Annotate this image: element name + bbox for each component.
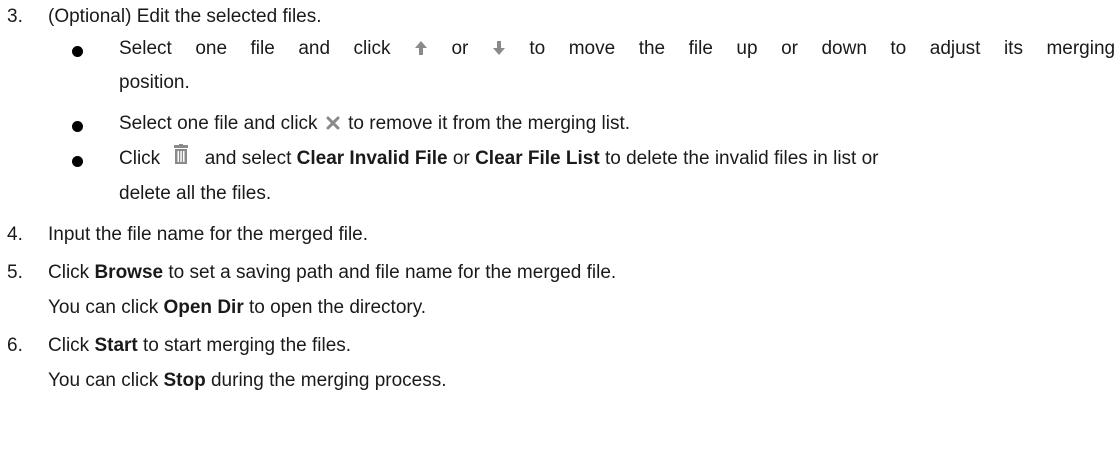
- text-segment: Select one file and click: [119, 113, 323, 134]
- text-segment: Click: [48, 262, 95, 283]
- bullet-line-2: delete all the files.: [119, 183, 272, 204]
- text-segment: Click: [119, 148, 166, 170]
- bullet-dot: [72, 156, 83, 167]
- text-segment: You can click: [48, 370, 164, 391]
- word: or: [781, 38, 798, 59]
- bullet-line-1: Select one file and click to remove it f…: [119, 113, 630, 135]
- bullet-line-1: Click and select Clear Invalid File or C…: [119, 144, 879, 170]
- option-clear-invalid-file: Clear Invalid File: [296, 148, 448, 170]
- step-number: 4.: [7, 224, 23, 245]
- word: or: [451, 38, 469, 59]
- text-segment: and select: [199, 148, 297, 170]
- word: Select: [119, 38, 172, 59]
- step-number: 6.: [7, 335, 23, 356]
- step-number: 5.: [7, 262, 23, 283]
- text-segment: to start merging the files.: [137, 335, 352, 356]
- trash-icon: [171, 144, 191, 166]
- text-segment: You can click: [48, 297, 164, 318]
- step-number: 3.: [7, 6, 23, 27]
- word: merging: [1046, 38, 1116, 59]
- word: up: [736, 38, 758, 59]
- word: and: [298, 38, 331, 59]
- text-segment: during the merging process.: [205, 370, 447, 391]
- word: to: [529, 38, 546, 59]
- word: one: [195, 38, 228, 59]
- step-5-subtext: You can click Open Dir to open the direc…: [48, 297, 426, 319]
- word: file: [688, 38, 713, 59]
- bullet-dot: [72, 46, 83, 57]
- text-segment: Click: [48, 335, 95, 356]
- step-text: Click Start to start merging the files.: [48, 335, 351, 357]
- word: file: [250, 38, 275, 59]
- word: down: [821, 38, 867, 59]
- text-segment: to open the directory.: [243, 297, 427, 318]
- step-text: Input the file name for the merged file.: [48, 224, 369, 245]
- start-label: Start: [94, 335, 138, 356]
- close-icon: [325, 115, 341, 131]
- option-clear-file-list: Clear File List: [475, 148, 600, 170]
- text-segment: to set a saving path and file name for t…: [163, 262, 617, 283]
- bullet-dot: [72, 121, 83, 132]
- text-segment: or: [447, 148, 476, 170]
- browse-label: Browse: [94, 262, 164, 283]
- step-text: (Optional) Edit the selected files.: [48, 6, 322, 27]
- word: adjust: [929, 38, 981, 59]
- word: move: [568, 38, 616, 59]
- bullet-line-1: Select one file and click or to move the…: [119, 38, 1115, 60]
- arrow-down-icon: [492, 39, 506, 57]
- open-dir-label: Open Dir: [163, 297, 244, 318]
- word: to: [890, 38, 907, 59]
- word: the: [638, 38, 666, 59]
- word: click: [353, 38, 391, 59]
- word: its: [1003, 38, 1023, 59]
- text-segment: to delete the invalid files in list or: [599, 148, 879, 170]
- step-6-subtext: You can click Stop during the merging pr…: [48, 370, 447, 392]
- bullet-line-2: position.: [119, 72, 190, 93]
- arrow-up-icon: [414, 39, 428, 57]
- stop-label: Stop: [163, 370, 206, 391]
- text-segment: to remove it from the merging list.: [342, 113, 631, 134]
- step-text: Click Browse to set a saving path and fi…: [48, 262, 616, 284]
